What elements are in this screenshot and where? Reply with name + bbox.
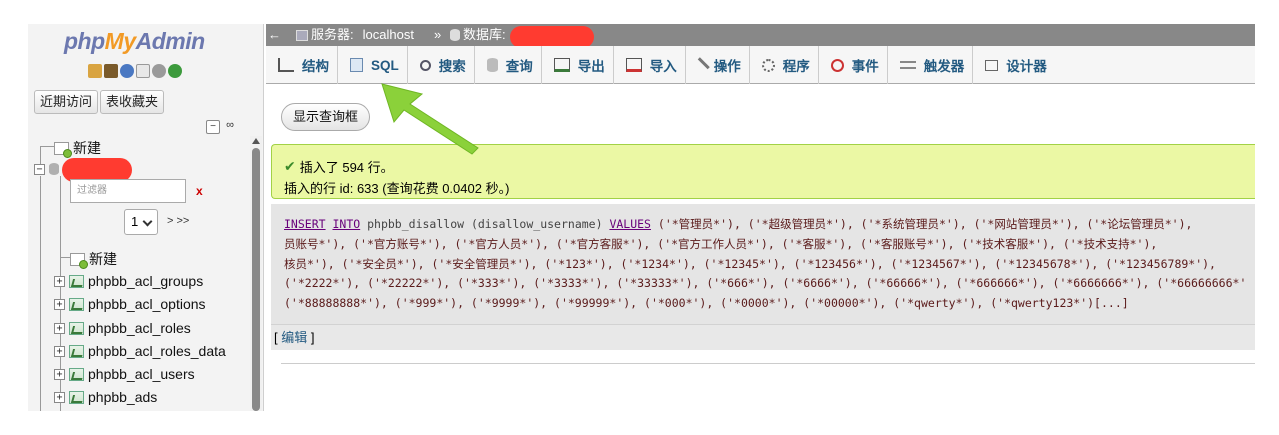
home-icon[interactable]	[88, 64, 102, 78]
search-icon	[419, 59, 431, 71]
table-row[interactable]: + phpbb_acl_roles	[54, 320, 191, 336]
divider	[281, 363, 1255, 364]
database-icon	[450, 29, 460, 41]
expand-icon[interactable]: +	[54, 298, 65, 310]
new-database-icon	[54, 141, 72, 158]
import-icon	[625, 58, 642, 72]
clear-filter-icon[interactable]: x	[196, 184, 203, 198]
tab-events[interactable]: 事件	[819, 46, 888, 84]
phpmyadmin-logo[interactable]: phpMyAdmin	[64, 28, 205, 55]
sql-query-display: INSERT INTO phpbb_disallow (disallow_use…	[271, 204, 1255, 324]
sql-keyword-into[interactable]: INTO	[332, 217, 360, 231]
page-select[interactable]: 1	[124, 209, 158, 235]
structure-icon	[278, 58, 294, 72]
annotation-arrow-shape	[381, 83, 479, 155]
tab-triggers[interactable]: 触发器	[888, 46, 974, 84]
sql-table: phpbb_disallow (disallow_username)	[360, 217, 610, 231]
collapse-icon[interactable]: −	[34, 163, 45, 175]
check-icon: ✔	[284, 158, 296, 174]
table-row[interactable]: + phpbb_acl_groups	[54, 273, 203, 289]
table-row[interactable]: + phpbb_ads	[54, 389, 157, 405]
tab-structure[interactable]: 结构	[266, 46, 338, 84]
tree-controls: − ∞	[206, 120, 237, 134]
scroll-thumb[interactable]	[252, 148, 260, 411]
new-table-icon	[70, 252, 88, 269]
table-icon	[69, 321, 84, 335]
expand-icon[interactable]: +	[54, 391, 65, 403]
breadcrumb-separator: »	[434, 27, 442, 42]
table-row[interactable]: + phpbb_acl_roles_data	[54, 343, 226, 359]
tree-line	[40, 176, 41, 411]
nav-scrollbar[interactable]	[250, 136, 262, 411]
table-icon	[69, 297, 84, 311]
success-line-id: 插入的行 id: 633 (查询花费 0.0402 秒。)	[284, 181, 510, 196]
tree-line	[60, 257, 70, 258]
table-icon	[69, 367, 84, 381]
success-line-rows: ✔ 插入了 594 行。	[284, 158, 394, 175]
redacted-database-name	[510, 26, 594, 48]
show-query-box-button[interactable]: 显示查询框	[281, 103, 371, 131]
routines-icon	[761, 58, 775, 72]
sql-line-2: 员账号*'), ('*官方账号*'), ('*官方人员*'), ('*官方客服*…	[284, 237, 1158, 251]
tab-operations[interactable]: 操作	[686, 46, 750, 84]
sql-line-5: ('*88888888*'), ('*999*'), ('*9999*'), (…	[284, 296, 1129, 310]
database-icon	[49, 163, 59, 175]
next-page-link[interactable]: > >>	[167, 215, 189, 227]
expand-icon[interactable]: +	[54, 275, 65, 287]
tree-new-database[interactable]: 新建	[54, 138, 101, 158]
edit-query-link[interactable]: 编辑	[278, 330, 311, 345]
sql-line-1: INSERT INTO phpbb_disallow (disallow_use…	[284, 216, 1192, 232]
tree-new-table[interactable]: 新建	[70, 249, 117, 269]
designer-icon	[985, 59, 999, 71]
tab-export[interactable]: 导出	[542, 46, 614, 84]
table-icon	[69, 344, 84, 358]
sql-icon	[350, 58, 363, 72]
table-icon	[69, 390, 84, 404]
reload-icon[interactable]	[168, 64, 182, 78]
sql-keyword-insert[interactable]: INSERT	[284, 217, 326, 231]
export-icon	[553, 58, 570, 72]
table-row[interactable]: + phpbb_acl_options	[54, 296, 206, 312]
nav-icon-bar	[88, 64, 182, 78]
docs-icon[interactable]	[136, 64, 150, 78]
breadcrumb-database[interactable]: 数据库:	[450, 24, 506, 46]
back-arrow-icon[interactable]: ←	[268, 24, 281, 46]
settings-icon[interactable]	[152, 64, 166, 78]
navigation-panel: phpMyAdmin 近期访问 表收藏夹 − ∞ 新建 − 过滤器 x 1 > …	[28, 24, 264, 411]
logout-icon[interactable]	[104, 64, 118, 78]
table-icon	[69, 274, 84, 288]
expand-icon[interactable]: +	[54, 368, 65, 380]
table-row[interactable]: + phpbb_acl_users	[54, 366, 195, 382]
collapse-all-icon[interactable]: −	[206, 120, 220, 134]
recent-button[interactable]: 近期访问	[34, 90, 99, 114]
sql-line-3: 核员*'), ('*安全员*'), ('*安全管理员*'), ('*123*')…	[284, 257, 1216, 271]
breadcrumb-server[interactable]: 服务器: localhost	[296, 24, 414, 46]
expand-icon[interactable]: +	[54, 322, 65, 334]
server-icon	[296, 29, 308, 41]
tab-designer[interactable]: 设计器	[973, 46, 1055, 84]
tree-database-node[interactable]: −	[34, 163, 59, 175]
sql-keyword-values[interactable]: VALUES	[609, 217, 651, 231]
scroll-up-icon[interactable]	[252, 138, 260, 144]
sql-line-4: ('*2222*'), ('*22222*'), ('*333*'), ('*3…	[284, 276, 1247, 290]
breadcrumb: ← 服务器: localhost » 数据库:	[266, 24, 1255, 46]
clock-icon	[830, 58, 844, 72]
query-actions-bar: [ 编辑 ]	[271, 324, 1255, 350]
help-icon[interactable]	[120, 64, 134, 78]
tab-routines[interactable]: 程序	[750, 46, 819, 84]
expand-icon[interactable]: +	[54, 345, 65, 357]
query-icon	[486, 58, 498, 72]
triggers-icon	[899, 61, 916, 69]
wrench-icon	[693, 57, 710, 73]
tree-line	[40, 146, 54, 147]
annotation-arrow	[381, 83, 479, 155]
link-icon[interactable]: ∞	[223, 120, 237, 134]
table-filter-input[interactable]: 过滤器	[70, 179, 186, 203]
favorites-button[interactable]: 表收藏夹	[100, 90, 165, 114]
tab-import[interactable]: 导入	[614, 46, 686, 84]
sql-values: ('*管理员*'), ('*超级管理员*'), ('*系统管理员*'), ('*…	[650, 217, 1193, 231]
